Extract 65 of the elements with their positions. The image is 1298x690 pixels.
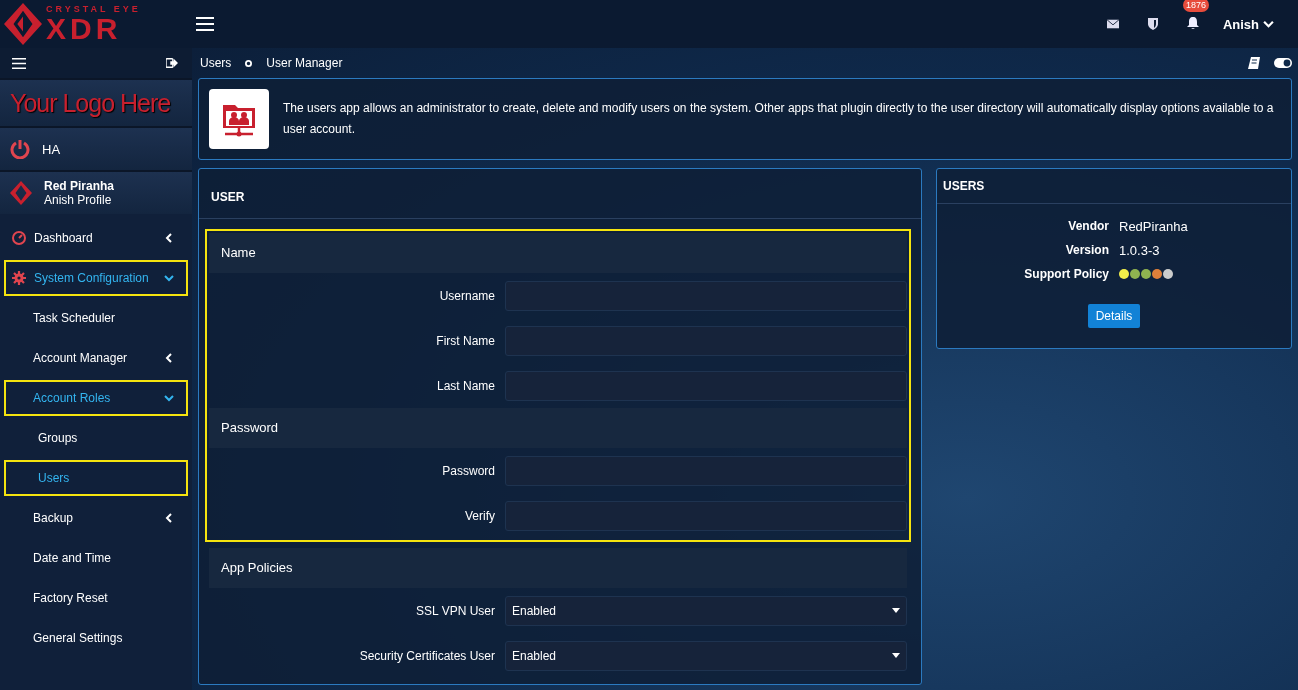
diamond-logo-icon [4, 2, 42, 46]
nav-item[interactable]: General Settings [4, 620, 188, 656]
section-header: Password [209, 408, 907, 448]
breadcrumb-link[interactable]: Users [200, 56, 232, 70]
nav-item[interactable]: Backup [4, 500, 188, 536]
field-label: Username [438, 288, 495, 303]
book-icon[interactable] [1248, 57, 1260, 69]
gear-icon [12, 271, 26, 285]
power-icon[interactable] [10, 139, 30, 159]
bell-icon[interactable] [1186, 17, 1199, 29]
envelope-icon[interactable] [1106, 18, 1119, 30]
nav-item[interactable]: Task Scheduler [4, 300, 188, 336]
breadcrumb-current: User Manager [266, 56, 343, 70]
info-value: 1.0.3-3 [1119, 242, 1160, 258]
select-field[interactable]: Enabled [505, 595, 907, 626]
info-label: Vendor [1067, 219, 1109, 233]
custom-logo-text: Your Logo Here [10, 88, 171, 118]
brand-name: XDR [46, 13, 122, 44]
chevron-left-icon [164, 513, 174, 523]
nav-item[interactable]: Dashboard [4, 220, 188, 256]
chevron-down-icon [164, 393, 174, 403]
logout-icon[interactable] [166, 57, 178, 69]
circle-separator-icon [245, 59, 253, 67]
dropdown-arrow-icon [892, 608, 900, 613]
nav-item[interactable]: Users [4, 460, 188, 496]
shield-icon[interactable] [1146, 18, 1159, 30]
panel-title: USER [199, 169, 921, 219]
chevron-left-icon [164, 353, 174, 363]
menu-icon[interactable] [12, 57, 26, 69]
panel-title: USERS [937, 169, 1291, 204]
field-label: Verify [464, 508, 495, 523]
chevron-down-icon [164, 273, 174, 283]
field-label: Password [441, 463, 495, 478]
section-header: App Policies [209, 548, 907, 588]
info-label: Version [1064, 243, 1109, 257]
info-label: Support Policy [1023, 267, 1109, 281]
select-field[interactable]: Enabled [505, 640, 907, 671]
nav-item[interactable]: Account Roles [4, 380, 188, 416]
caret-icon [1263, 20, 1274, 28]
field-label: SSL VPN User [415, 603, 495, 618]
profile-subtitle: Anish Profile [44, 193, 113, 207]
app-icon [209, 89, 269, 149]
nav-item[interactable]: Groups [4, 420, 188, 456]
nav-item[interactable]: Date and Time [4, 540, 188, 576]
field-label: Security Certificates User [358, 648, 495, 663]
info-value: RedPiranha [1119, 218, 1188, 234]
nav-item[interactable]: Account Manager [4, 340, 188, 376]
profile-name: Red Piranha [44, 179, 115, 193]
menu-icon[interactable] [196, 17, 214, 31]
chevron-left-icon [164, 233, 174, 243]
field-label: First Name [435, 333, 495, 348]
nav-item[interactable]: System Configuration [4, 260, 188, 296]
nav-item[interactable]: Factory Reset [4, 580, 188, 616]
notification-badge: 1876 [1182, 0, 1209, 12]
user-menu[interactable]: Anish [1222, 16, 1274, 32]
gauge-icon [12, 231, 26, 245]
brand-tagline: CRYSTAL EYE [46, 4, 141, 14]
details-button[interactable]: Details [1087, 304, 1141, 328]
intro-text: The users app allows an administrator to create, delete and modify users on the system. Other apps that plugin directly to the user directory will automatically display options available to a user account. [283, 100, 1275, 138]
diamond-logo-icon [10, 180, 32, 206]
field-label: Last Name [435, 378, 495, 393]
section-header: Name [209, 233, 907, 273]
toggle-icon[interactable] [1274, 58, 1292, 68]
ha-label[interactable]: HA [42, 141, 61, 157]
dropdown-arrow-icon [892, 653, 900, 658]
